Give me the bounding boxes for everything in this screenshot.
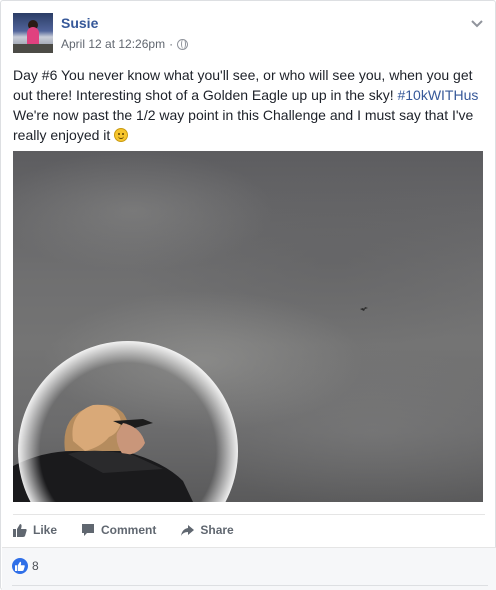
- footer-divider: [12, 585, 488, 586]
- avatar[interactable]: [13, 13, 53, 53]
- post-timestamp[interactable]: April 12 at 12:26pm: [61, 37, 165, 51]
- share-button[interactable]: Share: [180, 523, 234, 537]
- thumbs-up-icon: [13, 524, 27, 537]
- like-label: Like: [33, 523, 58, 537]
- action-bar: Like Comment Share: [13, 515, 485, 545]
- chevron-down-icon[interactable]: [469, 15, 485, 31]
- comment-button[interactable]: Comment: [81, 523, 156, 537]
- comment-label: Comment: [101, 523, 157, 537]
- post-meta: April 12 at 12:26pm ·: [61, 37, 189, 51]
- post-photo[interactable]: [13, 151, 483, 502]
- post-text-after: We're now past the 1/2 way point in this…: [13, 107, 474, 143]
- person-selfie: [13, 341, 238, 502]
- reactions-footer: 8: [2, 547, 496, 590]
- reactions-summary[interactable]: 8: [12, 558, 39, 574]
- meta-separator: ·: [169, 37, 174, 51]
- share-icon: [181, 525, 195, 536]
- like-button[interactable]: Like: [13, 523, 57, 537]
- post-header: Susie April 12 at 12:26pm ·: [13, 13, 485, 57]
- post-card: Susie April 12 at 12:26pm · Day #6 You n…: [0, 0, 496, 590]
- reaction-count: 8: [32, 559, 39, 573]
- comment-icon: [82, 524, 95, 536]
- author-name[interactable]: Susie: [61, 15, 98, 31]
- smile-emoji: [114, 128, 129, 142]
- share-label: Share: [200, 523, 234, 537]
- post-text: Day #6 You never know what you'll see, o…: [13, 65, 489, 145]
- thumbs-up-icon: [12, 558, 28, 574]
- hashtag-link[interactable]: #10kWITHus: [397, 87, 478, 103]
- globe-icon[interactable]: [177, 38, 189, 50]
- avatar-ground: [13, 44, 53, 53]
